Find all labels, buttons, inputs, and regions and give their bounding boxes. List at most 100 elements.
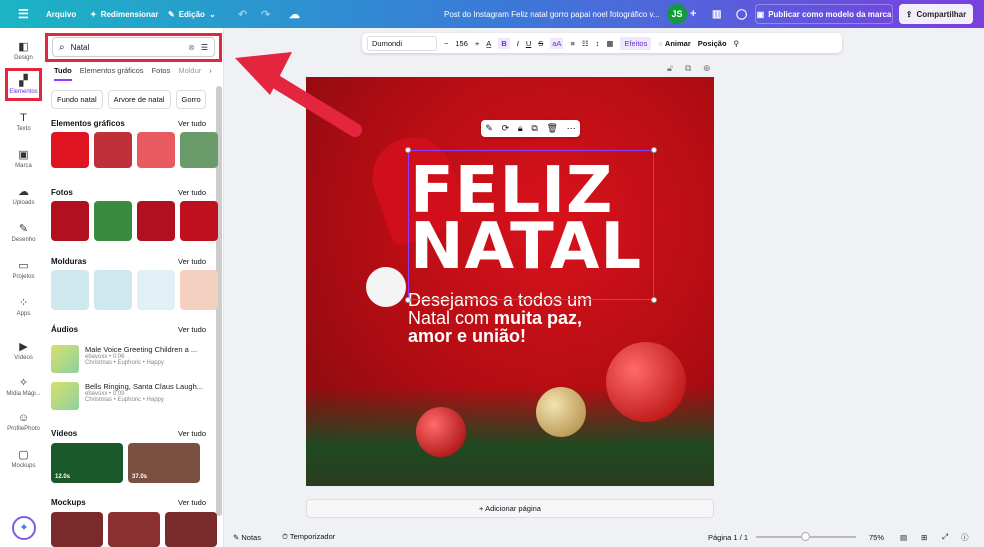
thumbnail[interactable] (165, 512, 217, 547)
add-page-button[interactable]: + Adicionar página (306, 499, 714, 518)
timer-button[interactable]: ⏱ Temporizador (282, 532, 335, 542)
align-icon[interactable]: ≡ (570, 39, 574, 48)
resize-handle[interactable] (405, 297, 411, 303)
thumbnail[interactable] (180, 270, 218, 310)
page-indicator[interactable]: Página 1 / 1 (708, 533, 748, 542)
paint-roller-icon[interactable]: ⚲ (734, 39, 740, 48)
rail-item-v-deos[interactable]: ▶ Vídeos (0, 340, 47, 361)
undo-icon[interactable]: ↶ (238, 8, 247, 21)
rotate-icon[interactable]: ⟳ (502, 123, 510, 134)
thumbnail[interactable] (94, 270, 132, 310)
plus-icon[interactable]: + (690, 8, 696, 20)
lock-icon[interactable]: 🔓︎ (667, 63, 673, 74)
chevron-right-icon[interactable]: › (209, 66, 212, 81)
redo-icon[interactable]: ↷ (261, 8, 270, 21)
help-icon[interactable]: ⓘ (961, 532, 969, 543)
hamburger-icon[interactable]: ☰ (18, 7, 29, 21)
font-size-input[interactable]: 156 (455, 39, 468, 48)
add-icon[interactable]: ⊕ (703, 63, 711, 74)
spacing-icon[interactable]: ↕ (596, 39, 600, 48)
see-all-link[interactable]: Ver tudo (178, 119, 206, 128)
thumbnail[interactable] (180, 201, 218, 241)
increase-size-button[interactable]: + (475, 39, 479, 48)
zoom-slider[interactable] (756, 532, 856, 541)
strikethrough-button[interactable]: S (538, 39, 543, 48)
grid-view-icon[interactable]: ⊞ (921, 533, 927, 542)
comment-icon[interactable]: ◯ (736, 9, 747, 20)
thumbnail[interactable] (51, 132, 89, 168)
magic-button[interactable]: ✦ (12, 516, 36, 540)
avatar[interactable]: JS (667, 4, 687, 24)
resize-button[interactable]: ✦ Redimensionar (90, 10, 159, 19)
decrease-size-button[interactable]: − (444, 39, 448, 48)
italic-button[interactable]: I (517, 39, 519, 48)
tab-photos[interactable]: Fotos (152, 66, 171, 81)
see-all-link[interactable]: Ver tudo (178, 257, 206, 266)
position-button[interactable]: Posição (698, 39, 727, 48)
thumbnail[interactable]: 12.0s (51, 443, 123, 483)
list-icon[interactable]: ☷ (582, 39, 589, 48)
rail-item-profilephoto[interactable]: ☺ ProfilePhoto (0, 412, 47, 432)
tab-all[interactable]: Tudo (54, 66, 72, 81)
rail-item-mockups[interactable]: ▢ Mockups (0, 448, 47, 469)
thumbnail[interactable] (51, 512, 103, 547)
magic-edit-icon[interactable]: ✎ (485, 123, 493, 134)
thumbnail[interactable] (94, 201, 132, 241)
edit-menu[interactable]: ✎ Edição ⌄ (168, 10, 216, 19)
see-all-link[interactable]: Ver tudo (178, 498, 206, 507)
rail-item-m-dia-m-gi-[interactable]: ✧ Mídia Mági... (0, 376, 47, 397)
resize-handle[interactable] (405, 147, 411, 153)
thumbnail[interactable] (94, 132, 132, 168)
see-all-link[interactable]: Ver tudo (178, 325, 206, 334)
audio-item[interactable]: Male Voice Greeting Children a ... ebavox… (51, 345, 197, 373)
resize-handle[interactable] (651, 147, 657, 153)
tab-graphics[interactable]: Elementos gráficos (80, 66, 144, 81)
underline-button[interactable]: U (526, 39, 531, 48)
thumbnail[interactable] (137, 132, 175, 168)
trash-icon[interactable]: 🗑︎ (546, 123, 557, 134)
audio-item[interactable]: Bells Ringing, Santa Claus Laugh... ebavo… (51, 382, 203, 410)
thumbnail[interactable] (51, 201, 89, 241)
rail-item-design[interactable]: ◧ Design (0, 40, 47, 61)
thumbnail[interactable] (137, 201, 175, 241)
rail-item-projetos[interactable]: ▭ Projetos (0, 259, 47, 280)
see-all-link[interactable]: Ver tudo (178, 188, 206, 197)
bold-button[interactable]: B (498, 37, 510, 49)
rail-item-uploads[interactable]: ☁ Uploads (0, 185, 47, 206)
effects-button[interactable]: Efeitos (620, 36, 652, 50)
selection-box[interactable] (405, 147, 657, 303)
duplicate-icon[interactable]: ⧉ (531, 123, 537, 134)
rail-item-elementos[interactable]: ▞ Elementos (5, 68, 42, 101)
page-view-icon[interactable]: ▤ (900, 533, 907, 542)
thumbnail[interactable] (137, 270, 175, 310)
rail-item-desenho[interactable]: ✎ Desenho (0, 222, 47, 243)
more-icon[interactable]: ⋯ (567, 123, 576, 134)
cloud-icon[interactable]: ☁ (289, 8, 300, 21)
animate-button[interactable]: ◌ Animar (658, 39, 690, 48)
tab-frames[interactable]: Moldur (178, 66, 201, 81)
lock-icon[interactable]: 🔒︎ (518, 123, 523, 134)
font-select[interactable]: Dumondi (367, 35, 437, 51)
resize-handle[interactable] (651, 297, 657, 303)
thumbnail[interactable] (108, 512, 160, 547)
zoom-level[interactable]: 75% (869, 533, 884, 542)
transparency-icon[interactable]: ▦ (606, 39, 613, 48)
document-title[interactable]: Post do Instagram Feliz natal gorro papa… (444, 10, 660, 19)
chip[interactable]: Arvore de natal (107, 90, 171, 109)
chip[interactable]: Fundo natal (51, 90, 103, 109)
text-color-icon[interactable]: A (486, 39, 491, 48)
thumbnail[interactable] (180, 132, 218, 168)
file-menu[interactable]: Arquivo (46, 10, 76, 19)
rail-item-texto[interactable]: T Texto (0, 112, 47, 132)
duplicate-icon[interactable]: ⧉ (685, 63, 691, 74)
share-button[interactable]: ⇪ Compartilhar (899, 4, 973, 24)
chart-icon[interactable]: ▥ (712, 9, 721, 20)
thumbnail[interactable]: 37.0s (128, 443, 200, 483)
thumbnail[interactable] (51, 270, 89, 310)
fullscreen-icon[interactable]: ⤢ (942, 532, 948, 542)
publish-template-button[interactable]: ▣ Publicar como modelo da marca (755, 4, 893, 24)
notes-button[interactable]: ✎ Notas (233, 533, 261, 542)
case-button[interactable]: aA (550, 37, 564, 49)
rail-item-marca[interactable]: ▣ Marca (0, 148, 47, 169)
rail-item-apps[interactable]: ⁘ Apps (0, 296, 47, 317)
